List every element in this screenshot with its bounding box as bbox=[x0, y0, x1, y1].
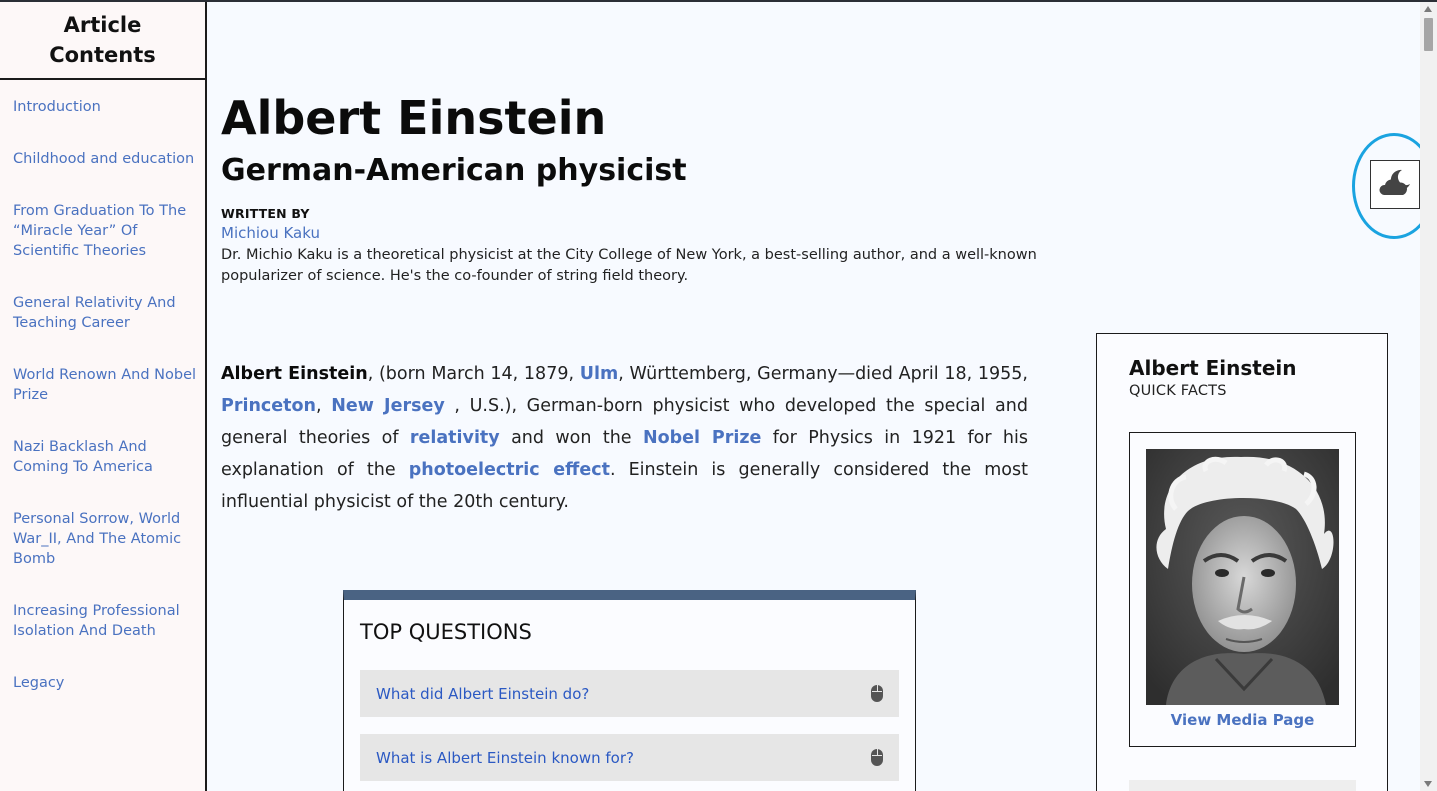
sidebar-link[interactable]: Legacy bbox=[13, 673, 197, 693]
written-by-label: WRITTEN BY bbox=[221, 206, 310, 221]
question-item[interactable]: What is Albert Einstein known for? bbox=[360, 734, 899, 781]
link-nobel-prize[interactable]: Nobel Prize bbox=[643, 428, 761, 448]
sidebar-title: Article Contents bbox=[0, 2, 205, 80]
author-bio: Dr. Michio Kaku is a theoretical physici… bbox=[221, 247, 1037, 284]
quick-facts-subtitle: QUICK FACTS bbox=[1129, 383, 1227, 399]
view-media-link[interactable]: View Media Page bbox=[1130, 711, 1355, 729]
link-new-jersey[interactable]: New Jersey bbox=[331, 396, 445, 416]
sidebar-link[interactable]: Introduction bbox=[13, 97, 197, 117]
sidebar-item-legacy[interactable]: Legacy bbox=[13, 673, 197, 693]
question-text[interactable]: What is Albert Einstein known for? bbox=[376, 749, 634, 767]
question-text[interactable]: What did Albert Einstein do? bbox=[376, 685, 589, 703]
quick-facts-panel: Albert Einstein QUICK FACTS View Media P… bbox=[1096, 333, 1388, 791]
sidebar-link[interactable]: World Renown And Nobel Prize bbox=[13, 365, 197, 405]
sidebar-item-introduction[interactable]: Introduction bbox=[13, 97, 197, 117]
scroll-thumb[interactable] bbox=[1424, 18, 1433, 51]
top-questions-panel: TOP QUESTIONS What did Albert Einstein d… bbox=[343, 590, 916, 791]
author-link[interactable]: Michiou Kaku bbox=[221, 224, 320, 242]
sidebar-item-general-relativity[interactable]: General Relativity And Teaching Career bbox=[13, 293, 197, 333]
question-item[interactable]: What did Albert Einstein do? bbox=[360, 670, 899, 717]
link-ulm[interactable]: Ulm bbox=[580, 364, 618, 384]
sidebar-item-personal-sorrow[interactable]: Personal Sorrow, World War_II, And The A… bbox=[13, 509, 197, 569]
sidebar-link[interactable]: Childhood and education bbox=[13, 149, 197, 169]
link-photoelectric-effect[interactable]: photoelectric effect bbox=[409, 460, 610, 480]
sidebar-link[interactable]: Personal Sorrow, World War_II, And The A… bbox=[13, 509, 197, 569]
quick-facts-name: Albert Einstein bbox=[1129, 356, 1297, 380]
page-title: Albert Einstein bbox=[221, 91, 607, 145]
sidebar-item-childhood[interactable]: Childhood and education bbox=[13, 149, 197, 169]
sidebar-item-world-renown[interactable]: World Renown And Nobel Prize bbox=[13, 365, 197, 405]
scroll-down-arrow-icon[interactable] bbox=[1424, 781, 1432, 787]
lead-subject: Albert Einstein bbox=[221, 364, 368, 384]
sidebar-list: Introduction Childhood and education Fro… bbox=[0, 97, 205, 693]
page-subtitle: German-American physicist bbox=[221, 153, 687, 188]
sidebar-item-nazi-backlash[interactable]: Nazi Backlash And Coming To America bbox=[13, 437, 197, 477]
sidebar-link[interactable]: Increasing Professional Isolation And De… bbox=[13, 601, 197, 641]
article-main: Albert Einstein German-American physicis… bbox=[207, 2, 1436, 791]
link-princeton[interactable]: Princeton bbox=[221, 396, 316, 416]
sidebar-link[interactable]: General Relativity And Teaching Career bbox=[13, 293, 197, 333]
sidebar-item-graduation[interactable]: From Graduation To The “Miracle Year” Of… bbox=[13, 201, 197, 261]
mouse-icon bbox=[871, 685, 883, 702]
sidebar-item-isolation[interactable]: Increasing Professional Isolation And De… bbox=[13, 601, 197, 641]
portrait-image[interactable] bbox=[1146, 449, 1339, 705]
vertical-scrollbar[interactable] bbox=[1420, 2, 1437, 791]
mouse-icon bbox=[871, 749, 883, 766]
scroll-up-arrow-icon[interactable] bbox=[1424, 6, 1432, 12]
media-box: View Media Page bbox=[1129, 432, 1356, 747]
link-relativity[interactable]: relativity bbox=[410, 428, 500, 448]
top-questions-title: TOP QUESTIONS bbox=[360, 620, 532, 644]
sidebar-link[interactable]: Nazi Backlash And Coming To America bbox=[13, 437, 197, 477]
sidebar-link[interactable]: From Graduation To The “Miracle Year” Of… bbox=[13, 201, 197, 261]
article-contents-sidebar: Article Contents Introduction Childhood … bbox=[0, 2, 207, 791]
quick-facts-next-section bbox=[1129, 780, 1356, 791]
lead-paragraph: Albert Einstein, (born March 14, 1879, U… bbox=[221, 364, 1029, 512]
